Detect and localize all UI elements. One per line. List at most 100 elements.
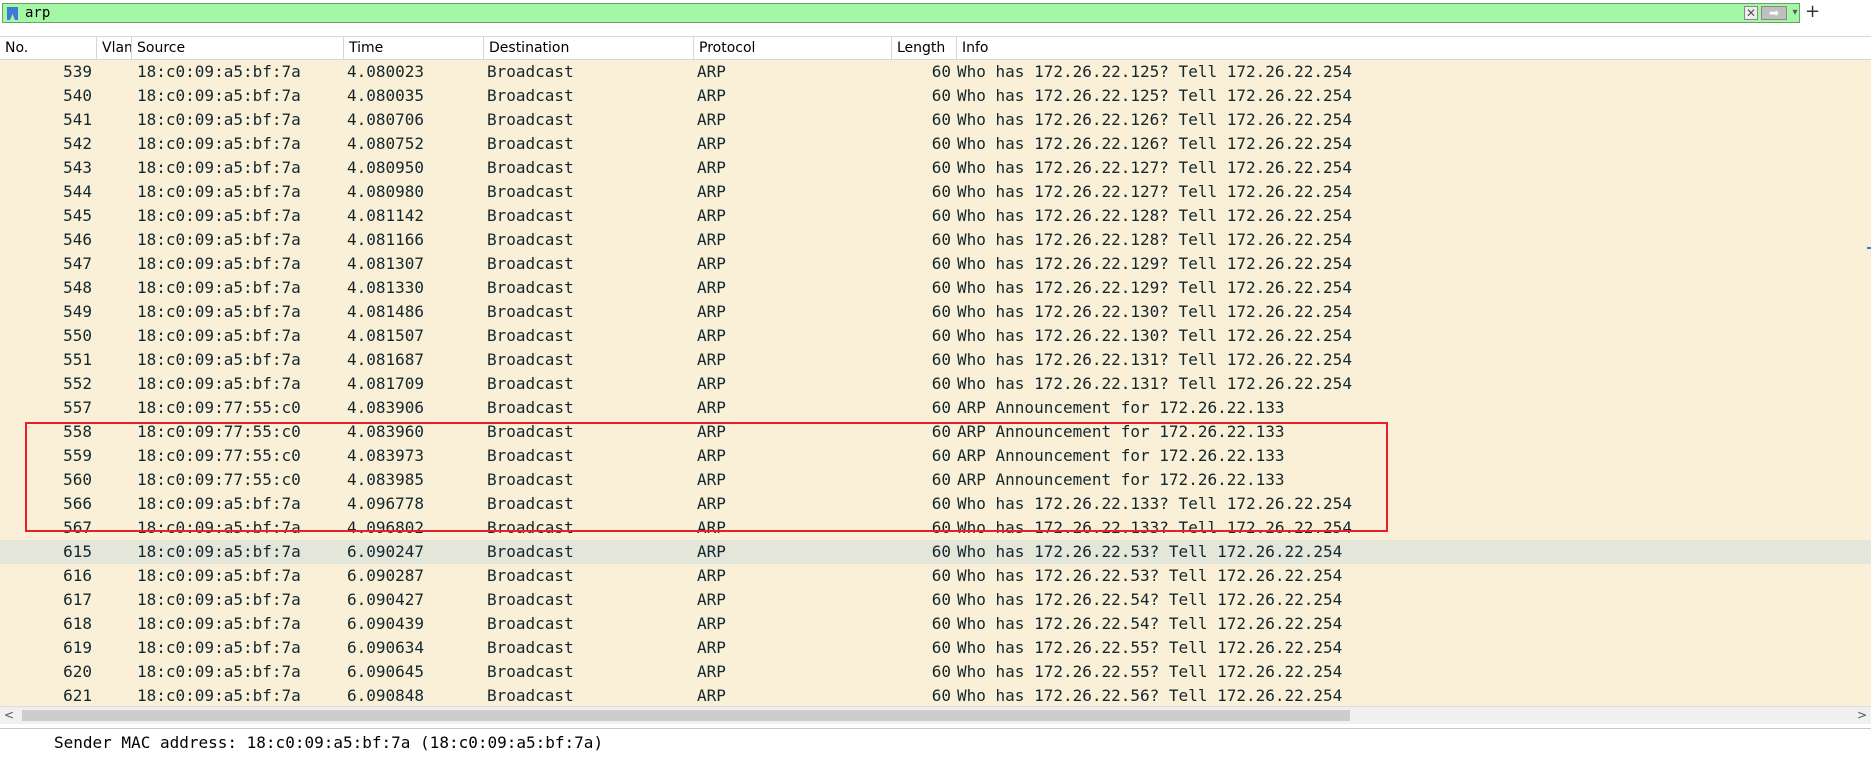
horizontal-scrollbar-thumb[interactable] <box>22 710 1350 721</box>
scroll-right-arrow-icon[interactable]: > <box>1853 707 1871 724</box>
cell-info: Who has 172.26.22.53? Tell 172.26.22.254 <box>957 542 1343 561</box>
cell-source: 18:c0:09:a5:bf:7a <box>137 638 301 657</box>
packet-row[interactable]: 567 18:c0:09:a5:bf:7a 4.096802 Broadcast ARP… <box>0 516 1871 540</box>
cell-length: 60 <box>931 62 951 81</box>
packet-row[interactable]: 559 18:c0:09:77:55:c0 4.083973 Broadcast ARP… <box>0 444 1871 468</box>
column-header-no[interactable]: No. <box>0 37 97 59</box>
detail-field-sender-mac[interactable]: Sender MAC address: 18:c0:09:a5:bf:7a (1… <box>54 732 603 754</box>
cell-no: 547 <box>63 254 92 273</box>
display-filter-text[interactable]: arp <box>25 5 50 21</box>
packet-row[interactable]: 548 18:c0:09:a5:bf:7a 4.081330 Broadcast ARP… <box>0 276 1871 300</box>
packet-row[interactable]: 549 18:c0:09:a5:bf:7a 4.081486 Broadcast ARP… <box>0 300 1871 324</box>
scroll-left-arrow-icon[interactable]: < <box>0 707 18 724</box>
cell-source: 18:c0:09:77:55:c0 <box>137 446 301 465</box>
plus-icon[interactable]: + <box>1805 1 1820 23</box>
packet-row[interactable]: 616 18:c0:09:a5:bf:7a 6.090287 Broadcast ARP… <box>0 564 1871 588</box>
column-header-source[interactable]: Source <box>132 37 344 59</box>
packet-row[interactable]: 544 18:c0:09:a5:bf:7a 4.080980 Broadcast ARP… <box>0 180 1871 204</box>
cell-source: 18:c0:09:a5:bf:7a <box>137 230 301 249</box>
cell-length: 60 <box>931 542 951 561</box>
packet-row[interactable]: 539 18:c0:09:a5:bf:7a 4.080023 Broadcast ARP… <box>0 60 1871 84</box>
packet-row[interactable]: 542 18:c0:09:a5:bf:7a 4.080752 Broadcast ARP… <box>0 132 1871 156</box>
apply-arrow-icon[interactable]: ➡ <box>1761 6 1787 20</box>
packet-row[interactable]: 621 18:c0:09:a5:bf:7a 6.090848 Broadcast ARP… <box>0 684 1871 706</box>
cell-destination: Broadcast <box>487 110 574 129</box>
cell-destination: Broadcast <box>487 302 574 321</box>
cell-info: Who has 172.26.22.54? Tell 172.26.22.254 <box>957 614 1343 633</box>
packet-row[interactable]: 550 18:c0:09:a5:bf:7a 4.081507 Broadcast ARP… <box>0 324 1871 348</box>
cell-destination: Broadcast <box>487 566 574 585</box>
cell-length: 60 <box>931 254 951 273</box>
horizontal-scrollbar[interactable]: < > <box>0 706 1871 724</box>
cell-source: 18:c0:09:a5:bf:7a <box>137 350 301 369</box>
bookmark-icon[interactable] <box>7 7 18 20</box>
packet-row[interactable]: 618 18:c0:09:a5:bf:7a 6.090439 Broadcast ARP… <box>0 612 1871 636</box>
cell-length: 60 <box>931 686 951 705</box>
packet-row[interactable]: 552 18:c0:09:a5:bf:7a 4.081709 Broadcast ARP… <box>0 372 1871 396</box>
cell-length: 60 <box>931 182 951 201</box>
packet-row[interactable]: 551 18:c0:09:a5:bf:7a 4.081687 Broadcast ARP… <box>0 348 1871 372</box>
packet-list[interactable]: No. Vlan Source Time Destination Protoco… <box>0 36 1871 706</box>
cell-time: 4.096778 <box>347 494 425 513</box>
cell-source: 18:c0:09:a5:bf:7a <box>137 110 301 129</box>
cell-protocol: ARP <box>697 326 726 345</box>
cell-protocol: ARP <box>697 518 726 537</box>
cell-no: 551 <box>63 350 92 369</box>
cell-length: 60 <box>931 278 951 297</box>
cell-no: 541 <box>63 110 92 129</box>
cell-info: Who has 172.26.22.55? Tell 172.26.22.254 <box>957 662 1343 681</box>
display-filter-input[interactable]: arp ✕ ➡ ▾ <box>2 3 1800 23</box>
cell-info: Who has 172.26.22.133? Tell 172.26.22.25… <box>957 518 1352 537</box>
packet-row[interactable]: 619 18:c0:09:a5:bf:7a 6.090634 Broadcast ARP… <box>0 636 1871 660</box>
packet-row[interactable]: 566 18:c0:09:a5:bf:7a 4.096778 Broadcast ARP… <box>0 492 1871 516</box>
column-header-destination[interactable]: Destination <box>484 37 694 59</box>
cell-source: 18:c0:09:a5:bf:7a <box>137 326 301 345</box>
column-header-time[interactable]: Time <box>344 37 484 59</box>
cell-length: 60 <box>931 566 951 585</box>
packet-row[interactable]: 557 18:c0:09:77:55:c0 4.083906 Broadcast ARP… <box>0 396 1871 420</box>
packet-row[interactable]: 560 18:c0:09:77:55:c0 4.083985 Broadcast ARP… <box>0 468 1871 492</box>
cell-info: Who has 172.26.22.129? Tell 172.26.22.25… <box>957 254 1352 273</box>
cell-source: 18:c0:09:77:55:c0 <box>137 470 301 489</box>
cell-source: 18:c0:09:77:55:c0 <box>137 398 301 417</box>
packet-row[interactable]: 541 18:c0:09:a5:bf:7a 4.080706 Broadcast ARP… <box>0 108 1871 132</box>
cell-time: 4.080980 <box>347 182 425 201</box>
packet-row[interactable]: 615 18:c0:09:a5:bf:7a 6.090247 Broadcast ARP… <box>0 540 1871 564</box>
cell-protocol: ARP <box>697 110 726 129</box>
cell-info: Who has 172.26.22.130? Tell 172.26.22.25… <box>957 302 1352 321</box>
cell-length: 60 <box>931 638 951 657</box>
column-header-info[interactable]: Info <box>957 37 1871 59</box>
column-header-vlan[interactable]: Vlan <box>97 37 132 59</box>
packet-row[interactable]: 617 18:c0:09:a5:bf:7a 6.090427 Broadcast ARP… <box>0 588 1871 612</box>
dropdown-icon[interactable]: ▾ <box>1789 6 1801 20</box>
cell-destination: Broadcast <box>487 374 574 393</box>
packet-row[interactable]: 558 18:c0:09:77:55:c0 4.083960 Broadcast ARP… <box>0 420 1871 444</box>
cell-protocol: ARP <box>697 62 726 81</box>
cell-length: 60 <box>931 86 951 105</box>
cell-no: 621 <box>63 686 92 705</box>
packet-row[interactable]: 620 18:c0:09:a5:bf:7a 6.090645 Broadcast ARP… <box>0 660 1871 684</box>
cell-destination: Broadcast <box>487 494 574 513</box>
cell-time: 4.081142 <box>347 206 425 225</box>
cell-info: ARP Announcement for 172.26.22.133 <box>957 470 1285 489</box>
packet-row[interactable]: 547 18:c0:09:a5:bf:7a 4.081307 Broadcast ARP… <box>0 252 1871 276</box>
cell-time: 4.080752 <box>347 134 425 153</box>
packet-row[interactable]: 540 18:c0:09:a5:bf:7a 4.080035 Broadcast ARP… <box>0 84 1871 108</box>
column-header-length[interactable]: Length <box>892 37 957 59</box>
cell-no: 615 <box>63 542 92 561</box>
clear-icon[interactable]: ✕ <box>1744 6 1758 20</box>
cell-source: 18:c0:09:a5:bf:7a <box>137 518 301 537</box>
packet-row[interactable]: 545 18:c0:09:a5:bf:7a 4.081142 Broadcast ARP… <box>0 204 1871 228</box>
cell-time: 4.083906 <box>347 398 425 417</box>
cell-time: 6.090848 <box>347 686 425 705</box>
cell-time: 6.090287 <box>347 566 425 585</box>
column-header-protocol[interactable]: Protocol <box>694 37 892 59</box>
cell-length: 60 <box>931 518 951 537</box>
cell-protocol: ARP <box>697 182 726 201</box>
cell-time: 4.081166 <box>347 230 425 249</box>
packet-row[interactable]: 546 18:c0:09:a5:bf:7a 4.081166 Broadcast ARP… <box>0 228 1871 252</box>
cell-source: 18:c0:09:a5:bf:7a <box>137 614 301 633</box>
cell-info: Who has 172.26.22.128? Tell 172.26.22.25… <box>957 230 1352 249</box>
cell-time: 4.083973 <box>347 446 425 465</box>
packet-row[interactable]: 543 18:c0:09:a5:bf:7a 4.080950 Broadcast ARP… <box>0 156 1871 180</box>
